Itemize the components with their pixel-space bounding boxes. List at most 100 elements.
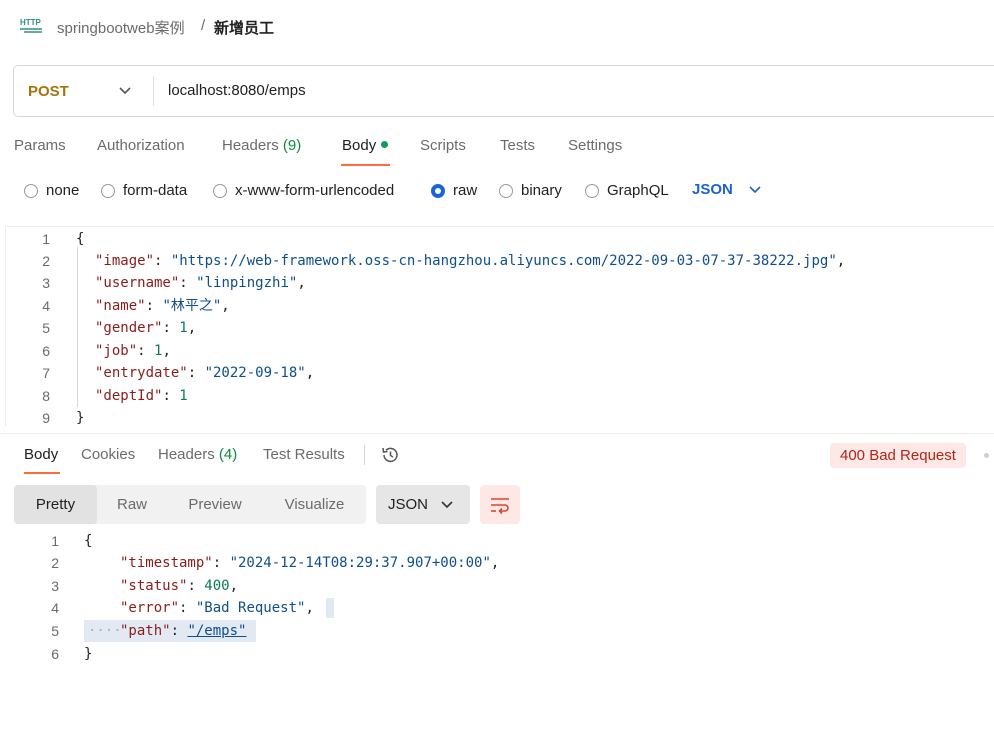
raw-language-select[interactable]: JSON [692, 181, 733, 198]
history-icon[interactable] [380, 445, 400, 465]
response-format-select[interactable]: JSON [376, 485, 470, 524]
json-trail: , [187, 320, 197, 336]
radio-circle [101, 183, 115, 198]
divider [364, 445, 365, 465]
code-text: "job": 1, [95, 343, 171, 359]
code-line: 4 "name": "林平之", [6, 295, 994, 317]
code-text: "name": "林平之", [95, 298, 230, 314]
code-text: "error": "Bad Request", [120, 600, 314, 616]
response-tab-headers[interactable]: Headers (4) [158, 446, 237, 463]
response-tab-body[interactable]: Body [24, 446, 58, 463]
tab-headers-label: Headers [222, 137, 279, 154]
line-number: 6 [42, 343, 50, 359]
json-value-link[interactable]: "/emps" [187, 623, 246, 639]
json-key: "timestamp" [120, 555, 213, 571]
json-trail: , [229, 578, 239, 594]
radio-graphql[interactable]: GraphQL [585, 182, 669, 199]
radio-form-data[interactable]: form-data [101, 182, 187, 199]
radio-label: GraphQL [607, 182, 669, 199]
radio-label: binary [521, 182, 562, 199]
status-badge[interactable]: 400 Bad Request [830, 443, 966, 468]
line-number: 3 [42, 275, 50, 291]
tab-headers[interactable]: Headers (9) [222, 137, 301, 154]
json-key: "username" [95, 275, 180, 291]
method-select[interactable]: POST [28, 83, 69, 100]
view-preview[interactable]: Preview [167, 485, 263, 524]
tab-scripts[interactable]: Scripts [420, 137, 466, 154]
radio-raw[interactable]: raw [431, 182, 477, 199]
more-dot-icon[interactable] [984, 453, 989, 458]
code-text: "image": "https://web-framework.oss-cn-h… [95, 253, 846, 269]
code-text: { [76, 231, 85, 247]
active-tab-indicator [341, 164, 390, 166]
code-text: "entrydate": "2022-09-18", [95, 365, 315, 381]
radio-urlencoded[interactable]: x-www-form-urlencoded [213, 182, 394, 199]
tab-settings[interactable]: Settings [568, 137, 622, 154]
code-text: } [84, 646, 93, 662]
radio-circle-selected [431, 183, 445, 198]
tab-tests[interactable]: Tests [500, 137, 535, 154]
json-trail: , [305, 600, 314, 616]
wrap-lines-icon [491, 498, 509, 515]
line-number: 5 [51, 623, 59, 639]
response-tab-cookies[interactable]: Cookies [81, 446, 135, 463]
json-value: "linpingzhi" [196, 275, 298, 291]
code-line: 2 "timestamp": "2024-12-14T08:29:37.907+0… [0, 552, 994, 575]
json-value: "https://web-framework.oss-cn-hangzhou.a… [170, 253, 837, 269]
response-tab-test-results[interactable]: Test Results [263, 446, 345, 463]
line-number: 1 [51, 533, 59, 549]
line-number: 8 [42, 388, 50, 404]
radio-label: x-www-form-urlencoded [235, 182, 395, 199]
code-line: 1{ [0, 530, 994, 553]
radio-circle [24, 183, 38, 198]
line-number: 6 [51, 646, 59, 662]
json-key: "entrydate" [95, 365, 188, 381]
tab-body[interactable]: Body [342, 137, 389, 154]
wrap-lines-button[interactable] [480, 485, 520, 524]
tab-params[interactable]: Params [14, 137, 66, 154]
code-line: 7 "entrydate": "2022-09-18", [6, 362, 994, 384]
request-body-editor[interactable]: 1{ 2 "image": "https://web-framework.oss-… [5, 226, 994, 426]
radio-binary[interactable]: binary [499, 182, 562, 199]
response-body-viewer[interactable]: 1{ 2 "timestamp": "2024-12-14T08:29:37.90… [0, 530, 994, 680]
code-text: "username": "linpingzhi", [95, 275, 306, 291]
line-number: 7 [42, 365, 50, 381]
radio-none[interactable]: none [24, 182, 79, 199]
code-line: 4 "error": "Bad Request", [0, 597, 994, 620]
view-visualize[interactable]: Visualize [263, 485, 366, 524]
code-line: 3 "username": "linpingzhi", [6, 272, 994, 294]
code-line: 2 "image": "https://web-framework.oss-cn-… [6, 250, 994, 272]
json-key: "gender" [95, 320, 163, 336]
tab-authorization[interactable]: Authorization [97, 137, 185, 154]
json-trail: , [221, 298, 230, 314]
json-value: 1 [179, 320, 188, 336]
view-raw[interactable]: Raw [97, 485, 167, 524]
json-value: "2022-09-18" [204, 365, 306, 381]
code-line: 1{ [6, 228, 994, 250]
modified-dot-icon [381, 141, 389, 148]
radio-label: form-data [123, 182, 188, 199]
json-value: 400 [204, 578, 230, 594]
json-value: "2024-12-14T08:29:37.907+00:00" [229, 555, 491, 571]
json-key: "status" [120, 578, 188, 594]
radio-circle [213, 183, 227, 198]
tab-body-label: Body [342, 137, 377, 154]
response-view-selector: Pretty Raw Preview Visualize [14, 485, 366, 524]
code-text: "gender": 1, [95, 320, 197, 336]
http-icon: HTTP [20, 18, 42, 33]
breadcrumb-collection[interactable]: springbootweb案例 [57, 17, 185, 38]
response-tab-headers-label: Headers [158, 446, 215, 463]
line-number: 5 [42, 320, 50, 336]
json-key: "image" [95, 253, 155, 269]
request-title[interactable]: 新增员工 [214, 17, 274, 38]
code-line: 6 "job": 1, [6, 340, 994, 362]
json-value: "林平之" [162, 298, 222, 314]
chevron-down-icon[interactable] [748, 185, 762, 195]
url-input[interactable]: localhost:8080/emps [168, 82, 306, 99]
body-type-radios: none form-data x-www-form-urlencoded raw… [0, 178, 994, 206]
chevron-down-icon[interactable] [118, 86, 132, 96]
json-value: "Bad Request" [195, 600, 306, 616]
json-key: "name" [95, 298, 146, 314]
code-text: "path": "/emps" [120, 623, 247, 639]
view-pretty[interactable]: Pretty [14, 485, 97, 524]
